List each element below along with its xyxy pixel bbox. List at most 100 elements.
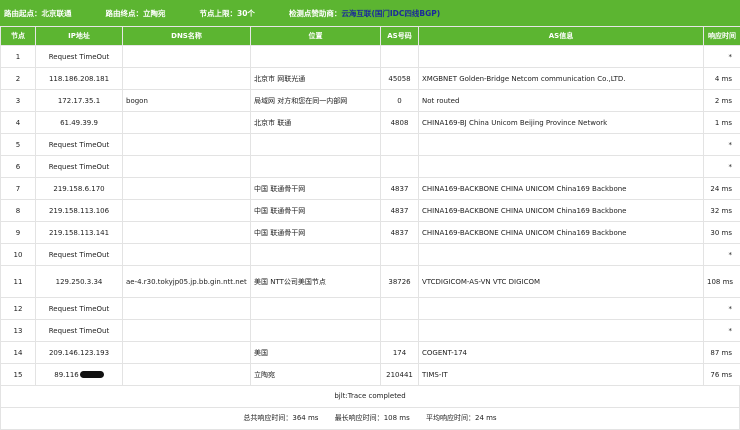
- cell-as: [381, 244, 419, 266]
- cell-location: 美国 NTT公司美国节点: [251, 266, 381, 298]
- table-row: 1Request TimeOut*: [1, 46, 740, 68]
- table-row: 8219.158.113.106中国 联通骨干网4837CHINA169-BAC…: [1, 200, 740, 222]
- cell-time: *: [704, 320, 740, 342]
- cell-as: 4837: [381, 200, 419, 222]
- cell-as: [381, 46, 419, 68]
- cell-dns: ae-4.r30.tokyjp05.jp.bb.gin.ntt.net: [123, 266, 251, 298]
- cell-dns: [123, 364, 251, 386]
- cell-time: *: [704, 298, 740, 320]
- cell-ip: Request TimeOut: [36, 244, 123, 266]
- table-header: 节点 IP地址 DNS名称 位置 AS号码 AS信息 响应时间: [1, 27, 740, 46]
- cell-location: 中国 联通骨干网: [251, 222, 381, 244]
- sponsor-link[interactable]: 云海互联(国门IDC四线BGP): [341, 9, 440, 18]
- col-ip: IP地址: [36, 27, 123, 46]
- cell-time: 4 ms: [704, 68, 740, 90]
- cell-as: 4837: [381, 222, 419, 244]
- cell-dns: [123, 68, 251, 90]
- avg-time: 24 ms: [475, 414, 497, 422]
- cell-dns: [123, 156, 251, 178]
- col-as: AS号码: [381, 27, 419, 46]
- cell-dns: bogon: [123, 90, 251, 112]
- cell-time: *: [704, 46, 740, 68]
- cell-location: 中国 联通骨干网: [251, 200, 381, 222]
- cell-dns: [123, 134, 251, 156]
- cell-hop: 14: [1, 342, 36, 364]
- cell-hop: 6: [1, 156, 36, 178]
- cell-asinfo: XMGBNET Golden-Bridge Netcom communicati…: [419, 68, 704, 90]
- cell-time: *: [704, 244, 740, 266]
- cell-hop: 4: [1, 112, 36, 134]
- table-row: 9219.158.113.141中国 联通骨干网4837CHINA169-BAC…: [1, 222, 740, 244]
- cell-location: 局域网 对方和您在同一内部网: [251, 90, 381, 112]
- cell-dns: [123, 222, 251, 244]
- cell-ip: 129.250.3.34: [36, 266, 123, 298]
- cell-location: 中国 联通骨干网: [251, 178, 381, 200]
- table-row: 14209.146.123.193美国174COGENT-17487 ms: [1, 342, 740, 364]
- cell-hop: 8: [1, 200, 36, 222]
- col-dns: DNS名称: [123, 27, 251, 46]
- cell-as: 45058: [381, 68, 419, 90]
- cell-dns: [123, 320, 251, 342]
- cell-hop: 15: [1, 364, 36, 386]
- cell-as: 174: [381, 342, 419, 364]
- cell-hop: 9: [1, 222, 36, 244]
- cell-location: 北京市 联通: [251, 112, 381, 134]
- cell-as: [381, 134, 419, 156]
- cell-asinfo: [419, 156, 704, 178]
- cell-as: [381, 156, 419, 178]
- cell-time: *: [704, 134, 740, 156]
- cell-dns: [123, 342, 251, 364]
- cell-dns: [123, 298, 251, 320]
- table-row: 1589.116立陶宛210441TIMS-IT76 ms: [1, 364, 740, 386]
- cell-hop: 1: [1, 46, 36, 68]
- max-time: 108 ms: [384, 414, 410, 422]
- cell-location: [251, 298, 381, 320]
- summary-bar: 路由起点：北京联通 路由终点：立陶宛 节点上限：30个 检测点赞助商：云海互联(…: [0, 0, 740, 26]
- table-row: 11129.250.3.34ae-4.r30.tokyjp05.jp.bb.gi…: [1, 266, 740, 298]
- cell-hop: 13: [1, 320, 36, 342]
- cell-location: 北京市 网联光通: [251, 68, 381, 90]
- cell-asinfo: Not routed: [419, 90, 704, 112]
- cell-time: 32 ms: [704, 200, 740, 222]
- cell-location: [251, 156, 381, 178]
- cell-time: 2 ms: [704, 90, 740, 112]
- trace-stats: 总共响应时间：364 ms 最长响应时间：108 ms 平均响应时间：24 ms: [0, 408, 740, 430]
- cell-dns: [123, 178, 251, 200]
- cell-ip: 118.186.208.181: [36, 68, 123, 90]
- cell-asinfo: CHINA169-BACKBONE CHINA UNICOM China169 …: [419, 178, 704, 200]
- cell-as: 0: [381, 90, 419, 112]
- cell-asinfo: [419, 320, 704, 342]
- table-row: 5Request TimeOut*: [1, 134, 740, 156]
- table-row: 2118.186.208.181 北京市 网联光通45058XMGBNET Gol…: [1, 68, 740, 90]
- cell-ip: 219.158.113.106: [36, 200, 123, 222]
- cell-ip: 172.17.35.1: [36, 90, 123, 112]
- cell-hop: 2: [1, 68, 36, 90]
- table-row: 3172.17.35.1bogon局域网 对方和您在同一内部网0Not rout…: [1, 90, 740, 112]
- table-row: 12Request TimeOut*: [1, 298, 740, 320]
- total-time: 364 ms: [292, 414, 318, 422]
- cell-hop: 5: [1, 134, 36, 156]
- cell-hop: 11: [1, 266, 36, 298]
- cell-asinfo: COGENT-174: [419, 342, 704, 364]
- cell-time: 76 ms: [704, 364, 740, 386]
- cell-ip: 219.158.113.141: [36, 222, 123, 244]
- col-hop: 节点: [1, 27, 36, 46]
- table-row: 7219.158.6.170中国 联通骨干网4837CHINA169-BACKB…: [1, 178, 740, 200]
- cell-as: [381, 320, 419, 342]
- cell-location: [251, 134, 381, 156]
- cell-as: 4808: [381, 112, 419, 134]
- cell-asinfo: TIMS-IT: [419, 364, 704, 386]
- cell-hop: 10: [1, 244, 36, 266]
- cell-ip: 209.146.123.193: [36, 342, 123, 364]
- cell-asinfo: [419, 298, 704, 320]
- cell-asinfo: [419, 134, 704, 156]
- cell-as: [381, 298, 419, 320]
- cell-asinfo: [419, 244, 704, 266]
- table-row: 13Request TimeOut*: [1, 320, 740, 342]
- cell-location: 立陶宛: [251, 364, 381, 386]
- col-asinfo: AS信息: [419, 27, 704, 46]
- traceroute-table: 节点 IP地址 DNS名称 位置 AS号码 AS信息 响应时间 1Request…: [0, 26, 740, 386]
- cell-hop: 12: [1, 298, 36, 320]
- cell-time: 87 ms: [704, 342, 740, 364]
- cell-as: 210441: [381, 364, 419, 386]
